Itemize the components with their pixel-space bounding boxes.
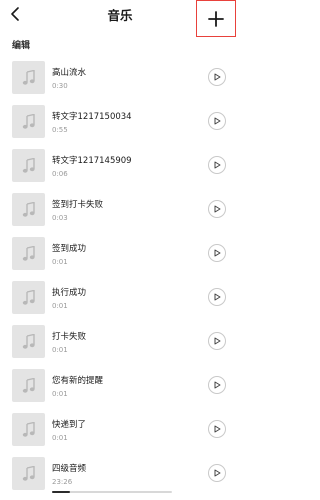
music-note-icon [22,421,35,437]
thumbnail [12,193,45,226]
edit-link[interactable]: 编辑 [12,38,30,51]
sound-name: 转文字1217145909 [52,156,132,166]
music-note-icon [22,289,35,305]
music-note-icon [22,113,35,129]
play-button[interactable] [208,156,226,174]
playback-progress [52,491,172,493]
play-button[interactable] [208,112,226,130]
play-icon [214,117,221,125]
sound-name: 签到成功 [52,244,87,254]
thumbnail [12,325,45,358]
list-item[interactable]: 您有新的提醒 0:01 [0,363,240,407]
play-button[interactable] [208,332,226,350]
sound-duration: 0:30 [52,82,68,90]
sound-duration: 0:03 [52,214,68,222]
music-note-icon [22,69,35,85]
play-button[interactable] [208,244,226,262]
play-icon [214,205,221,213]
play-button[interactable] [208,464,226,482]
sound-duration: 0:01 [52,390,68,398]
play-button[interactable] [208,68,226,86]
play-icon [214,469,221,477]
sound-duration: 0:01 [52,434,68,442]
play-button[interactable] [208,376,226,394]
sound-name: 打卡失败 [52,332,87,342]
play-icon [214,293,221,301]
sound-name: 四级音频 [52,464,87,474]
playback-progress-fill [52,491,70,493]
sound-name: 转文字1217150034 [52,112,132,122]
top-bar: 音乐 [0,0,240,37]
music-note-icon [22,201,35,217]
sound-list: 高山流水 0:30 转文字1217150034 0:55 转文字1217145909 0:… [0,55,240,495]
sound-name: 执行成功 [52,288,87,298]
list-item[interactable]: 转文字1217145909 0:06 [0,143,240,187]
play-button[interactable] [208,200,226,218]
play-icon [214,249,221,257]
list-item[interactable]: 执行成功 0:01 [0,275,240,319]
list-item[interactable]: 四级音频 23:26 [0,451,240,495]
thumbnail [12,413,45,446]
sound-name: 快递到了 [52,420,87,430]
music-note-icon [22,157,35,173]
play-icon [214,73,221,81]
sound-duration: 0:01 [52,258,68,266]
list-item[interactable]: 快递到了 0:01 [0,407,240,451]
thumbnail [12,457,45,490]
thumbnail [12,237,45,270]
sound-duration: 0:55 [52,126,68,134]
thumbnail [12,281,45,314]
list-item[interactable]: 签到成功 0:01 [0,231,240,275]
music-note-icon [22,245,35,261]
play-icon [214,381,221,389]
play-icon [214,425,221,433]
sound-duration: 0:01 [52,346,68,354]
sound-duration: 23:26 [52,478,73,486]
add-button[interactable] [196,0,236,37]
thumbnail [12,61,45,94]
sound-name: 您有新的提醒 [52,376,104,386]
sound-duration: 0:01 [52,302,68,310]
music-note-icon [22,465,35,481]
music-note-icon [22,377,35,393]
list-item[interactable]: 签到打卡失败 0:03 [0,187,240,231]
plus-icon [208,10,224,27]
list-item[interactable]: 打卡失败 0:01 [0,319,240,363]
sound-name: 高山流水 [52,68,87,78]
play-icon [214,161,221,169]
thumbnail [12,369,45,402]
sound-duration: 0:06 [52,170,68,178]
thumbnail [12,149,45,182]
music-note-icon [22,333,35,349]
thumbnail [12,105,45,138]
play-icon [214,337,221,345]
list-item[interactable]: 转文字1217150034 0:55 [0,99,240,143]
play-button[interactable] [208,420,226,438]
play-button[interactable] [208,288,226,306]
list-item[interactable]: 高山流水 0:30 [0,55,240,99]
sound-name: 签到打卡失败 [52,200,104,210]
